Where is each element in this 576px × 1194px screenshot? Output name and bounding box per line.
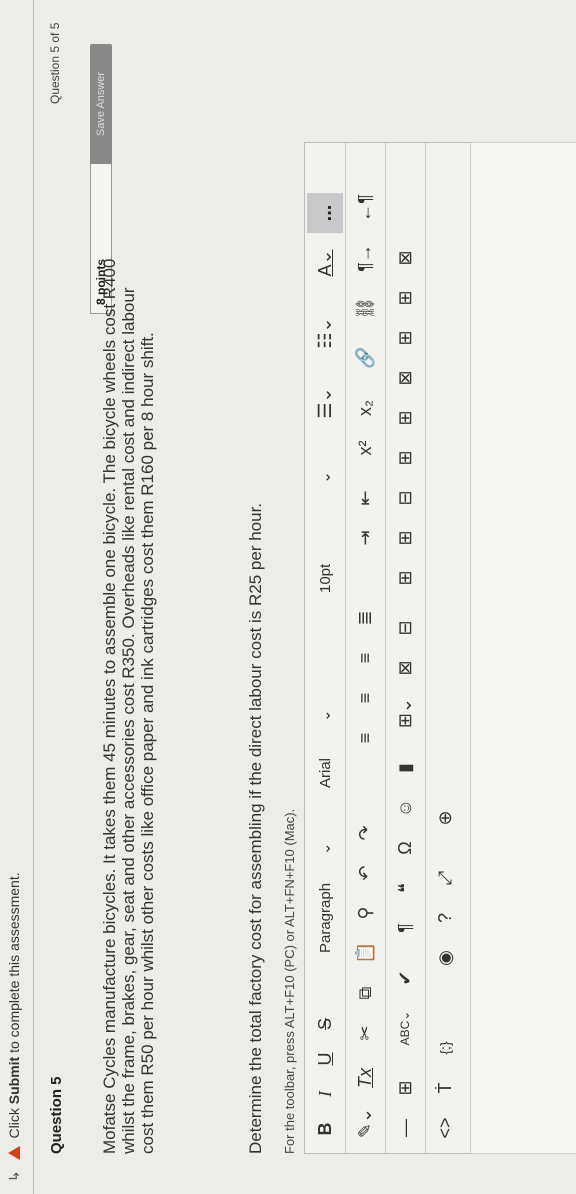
table-cell-icon[interactable]: ⊠ (391, 243, 419, 273)
table-properties-icon[interactable]: ⊟ (391, 613, 419, 643)
code-sample-icon[interactable]: {;} (431, 1033, 459, 1063)
toolbar-row-2: ✎⌄ Tx ✂ ⧉ 📋 ⚲ ↶ ↷ ≡ ≡ ≡ ≣ ⇥ ⇤ x² x₂ 🔗 ⛓ … (345, 143, 386, 1153)
delete-row-icon[interactable]: ⊟ (391, 483, 419, 513)
indent-icon[interactable]: ⇥ (351, 523, 379, 553)
toolbar-hint: For the toolbar, press ALT+F10 (PC) or A… (282, 808, 297, 1154)
outdent-icon[interactable]: ⇤ (351, 483, 379, 513)
assessment-alert: ↳ Click Submit to complete this assessme… (6, 872, 23, 1182)
copy-icon[interactable]: ⧉ (351, 978, 379, 1008)
delete-table-icon[interactable]: ⊠ (391, 653, 419, 683)
col-before-icon[interactable]: ⊞ (391, 443, 419, 473)
cut-icon[interactable]: ✂ (351, 1018, 379, 1048)
align-left-icon[interactable]: ≡ (351, 723, 379, 753)
quote-icon[interactable]: ❝ (391, 873, 419, 903)
emoji-icon[interactable]: ☺ (391, 793, 419, 823)
alert-prefix: Click (6, 1104, 22, 1139)
add-icon[interactable]: ⊕ (431, 803, 459, 833)
ltr-icon[interactable]: ¶→ (351, 243, 379, 273)
paragraph-select[interactable]: Paragraph ⌄ (311, 803, 339, 953)
more-icon[interactable]: ... (307, 193, 343, 233)
horizontal-line-icon[interactable]: — (391, 1113, 419, 1143)
align-center-icon[interactable]: ≡ (351, 683, 379, 713)
accessibility-icon[interactable]: ◉ (431, 943, 459, 973)
warning-icon (8, 1146, 20, 1161)
rotated-stage: ↳ Click Submit to complete this assessme… (0, 0, 576, 1194)
delete-col-icon[interactable]: ⊠ (391, 363, 419, 393)
col-after-icon[interactable]: ⊞ (391, 403, 419, 433)
bold-button[interactable]: B (311, 1115, 339, 1143)
italic-button[interactable]: I (311, 1080, 339, 1108)
paragraph-mark-icon[interactable]: ¶ (391, 913, 419, 943)
strikethrough-button[interactable]: S (311, 1010, 339, 1038)
insert-content-icon[interactable]: ⊞ (391, 1073, 419, 1103)
unlink-icon[interactable]: ⛓ (351, 293, 379, 323)
align-right-icon[interactable]: ≡ (351, 643, 379, 673)
bullet-list-button[interactable]: ☰⌄ (311, 373, 339, 433)
spellcheck-label: ABC (398, 1020, 412, 1046)
paragraph-label: Paragraph (316, 882, 334, 953)
alert-submit-text: Submit (6, 1056, 22, 1105)
answer-content-area[interactable] (470, 142, 576, 1154)
alert-suffix: to complete this assessment. (6, 872, 22, 1053)
question-counter: Question 5 of 5 (48, 22, 62, 104)
superscript-button[interactable]: x² (351, 433, 379, 463)
toolbar-row-1: B I U S Paragraph ⌄ Arial ⌄ 10pt ⌄ ☰⌄ ☷⌄ A⌄… (305, 143, 346, 1153)
return-arrow-icon: ↳ (6, 1170, 22, 1182)
link-icon[interactable]: 🔗 (351, 343, 379, 373)
toolbar-row-3: — ⊞ ABC ⌄ ✔ ¶ ❝ Ω ☺ ▮ ⊞⌄ ⊠ ⊟ ⊞ ⊞ ⊟ ⊞ ⊞ ⊠ … (385, 143, 426, 1153)
divider (33, 0, 34, 1194)
row-after-icon[interactable]: ⊞ (391, 523, 419, 553)
checkmark-icon[interactable]: ✔ (391, 963, 419, 993)
table-icon[interactable]: ⊞⌄ (391, 693, 419, 733)
question-prompt: Determine the total factory cost for ass… (246, 502, 265, 1154)
highlight-button[interactable]: ✎⌄ (351, 1103, 379, 1143)
save-answer-button[interactable]: Save Answer (90, 44, 112, 164)
clear-format-button[interactable]: Tx (351, 1063, 379, 1093)
fullscreen-icon[interactable]: ⤢ (431, 863, 459, 893)
omega-icon[interactable]: Ω (391, 833, 419, 863)
code-view-icon[interactable]: <> (431, 1113, 459, 1143)
question-title: Question 5 (48, 1076, 65, 1154)
font-size-label: 10pt (316, 563, 334, 593)
chevron-down-icon: ⌄ (317, 471, 334, 484)
font-size-select[interactable]: 10pt ⌄ (311, 443, 339, 593)
numbered-list-button[interactable]: ☷⌄ (311, 303, 339, 363)
justify-icon[interactable]: ≣ (351, 603, 379, 633)
text-cursor-icon[interactable]: Ṫ (431, 1073, 459, 1103)
chevron-down-icon: ⌄ (317, 842, 334, 855)
toolbar-row-4: <> Ṫ {;} ◉ ? ⤢ ⊕ (425, 143, 465, 1153)
media-icon[interactable]: ▮ (391, 753, 419, 783)
undo-icon[interactable]: ↶ (351, 858, 379, 888)
paste-icon[interactable]: 📋 (351, 938, 379, 968)
question-text: Mofatse Cycles manufacture bicycles. It … (100, 258, 157, 1154)
rtl-icon[interactable]: ←¶ (351, 193, 379, 223)
font-select[interactable]: Arial ⌄ (311, 678, 339, 788)
help-icon[interactable]: ? (431, 903, 459, 933)
search-icon[interactable]: ⚲ (351, 898, 379, 928)
font-label: Arial (316, 757, 334, 788)
redo-icon[interactable]: ↷ (351, 818, 379, 848)
row-before-icon[interactable]: ⊞ (391, 563, 419, 593)
spellcheck-button[interactable]: ABC ⌄ (391, 1003, 419, 1053)
merge-cells-icon[interactable]: ⊞ (391, 323, 419, 353)
text-color-button[interactable]: A⌄ (311, 233, 339, 293)
underline-button[interactable]: U (311, 1045, 339, 1073)
chevron-down-icon: ⌄ (317, 709, 334, 722)
subscript-button[interactable]: x₂ (351, 393, 379, 423)
split-cells-icon[interactable]: ⊞ (391, 283, 419, 313)
